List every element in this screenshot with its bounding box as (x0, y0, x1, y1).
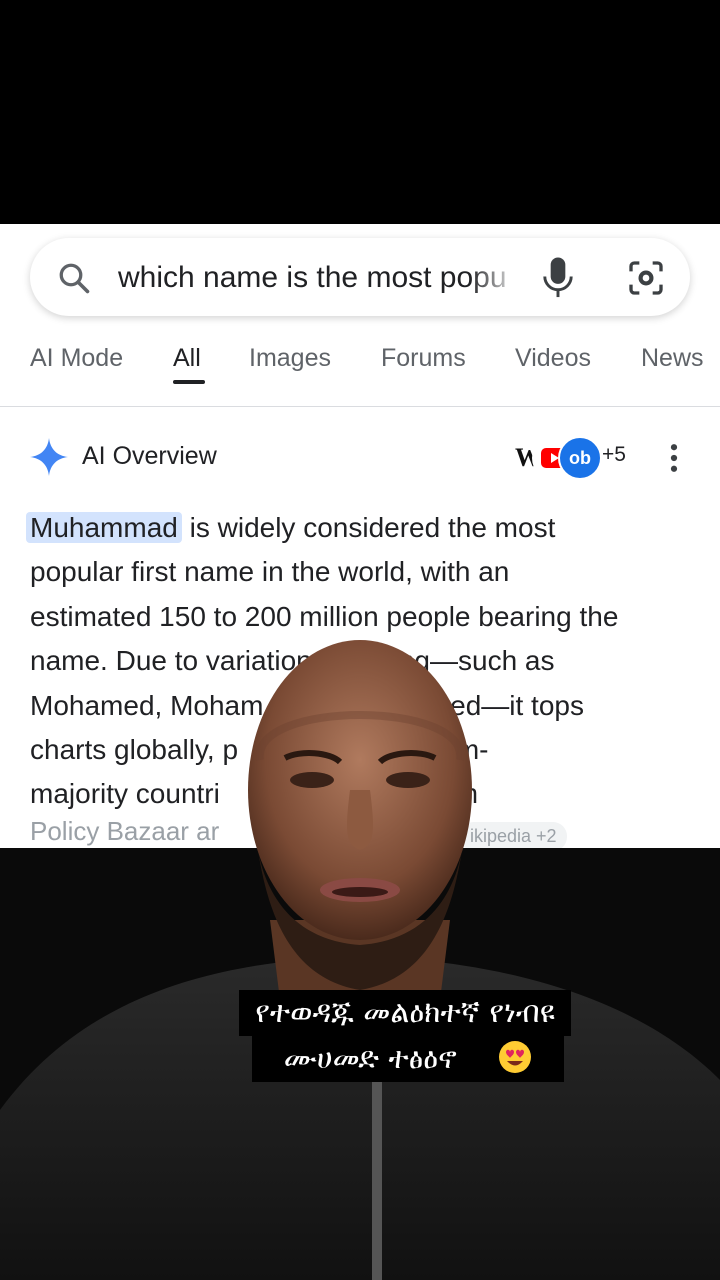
search-bar[interactable]: which name is the most popu (30, 238, 690, 316)
body-line: popular first name in the world, with an (30, 556, 510, 588)
ai-overview-title: AI Overview (82, 442, 217, 470)
tab-ai-mode[interactable]: AI Mode (30, 344, 123, 373)
source-site-icon: ob (558, 436, 602, 480)
source-favicons[interactable]: W ob +5 (506, 436, 626, 480)
gemini-sparkle-icon (30, 438, 68, 476)
tab-videos[interactable]: Videos (515, 344, 591, 373)
presenter-video-overlay (0, 640, 720, 1280)
sources-count: +5 (602, 443, 626, 466)
search-input-fade (470, 258, 520, 298)
heart-eyes-emoji-icon (482, 1040, 549, 1074)
more-options-icon[interactable] (664, 440, 684, 476)
caption-line-1: የተወዳጁ መልዕክተኛ የነብዩ (239, 990, 571, 1036)
body-line: is widely considered the most (181, 512, 556, 543)
ai-overview-header: AI Overview W ob +5 (0, 430, 720, 486)
highlighted-name: Muhammad (26, 512, 182, 543)
search-input[interactable]: which name is the most popu (118, 260, 510, 296)
tab-forums[interactable]: Forums (381, 344, 466, 373)
camera-lens-icon[interactable] (626, 258, 666, 298)
tab-all[interactable]: All (173, 344, 201, 373)
body-line: estimated 150 to 200 million people bear… (30, 600, 619, 632)
video-top-letterbox (0, 0, 720, 224)
search-tabs: AI Mode All Images Forums Videos News (0, 324, 720, 407)
search-icon[interactable] (56, 260, 92, 296)
video-caption: የተወዳጁ መልዕክተኛ የነብዩ ሙሀመድ ተፅዕኖ (0, 990, 720, 1082)
caption-line-2: ሙሀመድ ተፅዕኖ (267, 1036, 473, 1082)
tab-news[interactable]: News (641, 344, 704, 373)
microphone-icon[interactable] (540, 256, 576, 300)
active-tab-indicator (173, 380, 205, 384)
tab-images[interactable]: Images (249, 344, 331, 373)
